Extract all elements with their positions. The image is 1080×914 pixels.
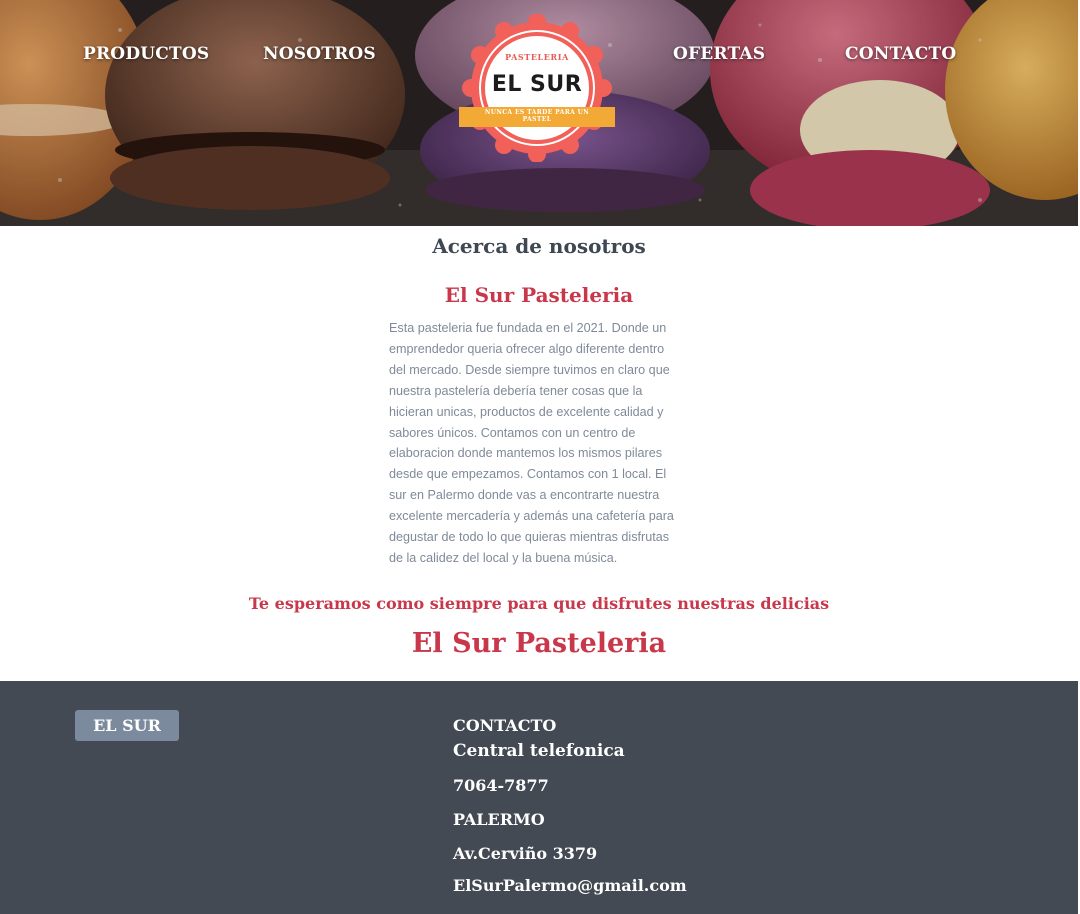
el-sur-logo[interactable]: PASTELERIA EL SUR NUNCA ES TARDE PARA UN…	[455, 14, 619, 162]
footer-city: PALERMO	[453, 810, 545, 829]
about-line: sur en Palermo donde vas a encontrarte n…	[389, 488, 660, 503]
about-line: emprendedor queria ofrecer algo diferent…	[389, 341, 665, 356]
footer-email-link[interactable]: ElSurPalermo@gmail.com	[453, 876, 687, 895]
about-line: sabores únicos. Contamos con un centro d…	[389, 425, 636, 440]
nav-link-productos[interactable]: PRODUCTOS	[83, 44, 209, 64]
logo-ribbon-line-1: NUNCA ES TARDE PARA UN	[484, 109, 590, 116]
footer-phone-number[interactable]: 7064-7877	[453, 776, 549, 795]
about-paragraph: Esta pasteleria fue fundada en el 2021. …	[389, 318, 691, 569]
logo-ribbon: NUNCA ES TARDE PARA UN PASTEL	[459, 107, 615, 127]
footer: EL SUR CONTACTO Central telefonica 7064-…	[0, 681, 1078, 914]
footer-address: Av.Cerviño 3379	[453, 844, 598, 863]
nav-link-nosotros[interactable]: NOSOTROS	[263, 44, 376, 64]
about-title: Acerca de nosotros	[432, 234, 646, 258]
about-line: nuestra pastelería debería tener cosas q…	[389, 383, 643, 398]
footer-brand-button[interactable]: EL SUR	[75, 710, 179, 741]
about-line: hicieran unicas, productos de excelente …	[389, 404, 664, 419]
about-subtitle: El Sur Pasteleria	[444, 283, 634, 307]
about-line: desde que empezamos. Contamos con 1 loca…	[389, 467, 667, 482]
brand-heading: El Sur Pasteleria	[411, 628, 667, 659]
about-line: Esta pasteleria fue fundada en el 2021. …	[389, 321, 667, 335]
nav-link-ofertas[interactable]: OFERTAS	[673, 44, 765, 64]
about-line: elaboracion donde mantemos los mismos pi…	[389, 446, 662, 461]
logo-top-text: PASTELERIA	[505, 52, 569, 62]
footer-phone-label: Central telefonica	[453, 741, 625, 761]
about-line: del mercado. Desde siempre tuvimos en cl…	[389, 362, 670, 377]
about-line: de la calidez del local y la buena músic…	[389, 550, 618, 565]
logo-name: EL SUR	[491, 72, 583, 97]
about-line: degustar de todo lo que quieras mientras…	[389, 530, 670, 545]
about-line: excelente mercadería y además una cafete…	[389, 509, 674, 524]
hero-banner: PRODUCTOS NOSOTROS OFERTAS CONTACTO PAST…	[0, 0, 1078, 226]
logo-ribbon-line-2: PASTEL	[522, 116, 552, 123]
nav-link-contacto[interactable]: CONTACTO	[845, 44, 956, 64]
footer-contact-heading: CONTACTO	[453, 716, 557, 735]
tagline: Te esperamos como siempre para que disfr…	[248, 594, 830, 613]
